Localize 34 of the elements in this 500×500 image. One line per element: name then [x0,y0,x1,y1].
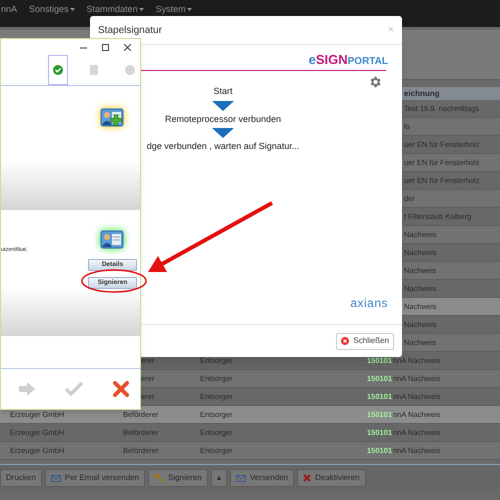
cancel-x-icon[interactable] [113,381,129,397]
check-circle-icon [53,65,63,75]
toolbar-button[interactable]: Signieren [148,469,208,487]
maximize-icon[interactable] [102,44,109,50]
nav-menu-item[interactable]: nnA [1,3,18,16]
x-icon [303,474,312,482]
toolbar-button[interactable]: Versenden [230,469,294,487]
nav-menu-item[interactable]: Stammdaten [86,3,144,16]
document-icon [90,65,98,75]
close-circle-icon [341,337,350,345]
close-dialog-button[interactable]: Schließen [336,332,394,350]
down-triangle-icon [212,100,234,110]
dropdown-toggle-button[interactable]: ▴ [210,469,227,487]
axians-logo: axians [350,295,388,312]
toolbar-button[interactable]: Drucken [0,469,42,487]
nav-menu-item[interactable]: Sonstiges [29,3,75,16]
close-icon[interactable] [124,44,131,50]
settings-icon[interactable] [368,75,382,89]
esignportal-logo: eSIGNPORTAL [308,53,388,67]
status-step: dge verbunden , warten auf Signatur... [146,140,300,154]
circle-icon [125,65,135,75]
key-icon [154,473,164,483]
status-step: Remoteprocessor verbunden [164,112,282,126]
envelope-icon [50,474,61,482]
status-step: Start [213,85,232,98]
down-triangle-icon [212,128,234,138]
envelope-icon [236,474,246,482]
toolbar-button[interactable]: Per Email versenden [44,469,146,487]
toolbar-button[interactable]: Deaktivieren [297,469,366,487]
highlight-ellipse [81,269,147,293]
step-tab[interactable] [48,55,68,85]
column-header: eichnung [404,88,440,100]
nav-menu-item[interactable]: System [156,3,192,16]
dialog-title: Stapelsignatur [98,24,162,38]
